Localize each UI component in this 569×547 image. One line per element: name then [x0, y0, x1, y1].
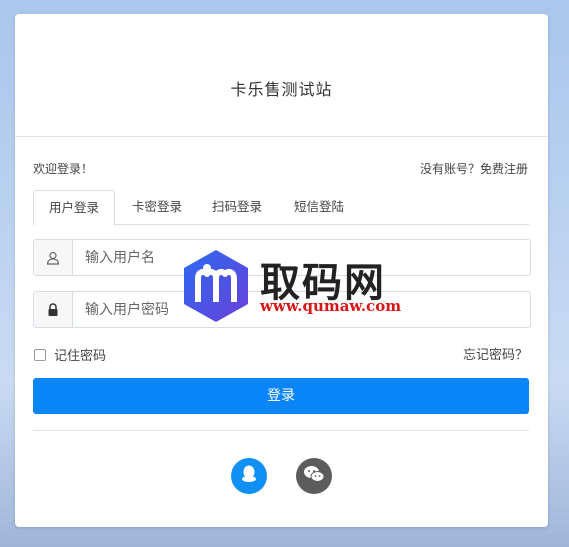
tab-sms-login[interactable]: 短信登陆: [279, 190, 359, 224]
login-tabs: 用户登录 卡密登录 扫码登录 短信登陆: [33, 190, 529, 226]
checkbox-box[interactable]: [34, 348, 46, 361]
username-field: [33, 239, 537, 276]
login-card: 卡乐售测试站 欢迎登录！ 没有账号？免费注册 用户登录 卡密登录 扫码登录 短信…: [15, 14, 548, 527]
remember-checkbox[interactable]: 记住密码: [34, 345, 106, 364]
login-button[interactable]: 登录: [33, 378, 529, 414]
register-link-label[interactable]: 没有账号？免费注册: [420, 162, 528, 176]
header-divider: [15, 136, 548, 137]
lock-icon: [34, 292, 73, 327]
wechat-login-button[interactable]: [296, 458, 332, 494]
tab-scan-login[interactable]: 扫码登录: [197, 190, 277, 224]
welcome-text: 欢迎登录！: [33, 162, 94, 176]
qq-login-button[interactable]: [231, 458, 267, 494]
tab-card-login[interactable]: 卡密登录: [117, 190, 197, 224]
user-icon: [34, 240, 73, 275]
footer-divider: [33, 430, 529, 431]
username-input[interactable]: [73, 240, 537, 275]
remember-label: 记住密码: [54, 349, 107, 364]
tab-user-login[interactable]: 用户登录: [33, 190, 115, 226]
wechat-icon: [303, 465, 325, 487]
qq-icon: [240, 464, 258, 488]
forgot-password-link[interactable]: 忘记密码？: [463, 344, 528, 363]
register-link[interactable]: 没有账号？免费注册: [420, 160, 528, 177]
password-field: [33, 291, 537, 328]
password-input[interactable]: [73, 292, 537, 327]
page-title: 卡乐售测试站: [230, 80, 333, 99]
